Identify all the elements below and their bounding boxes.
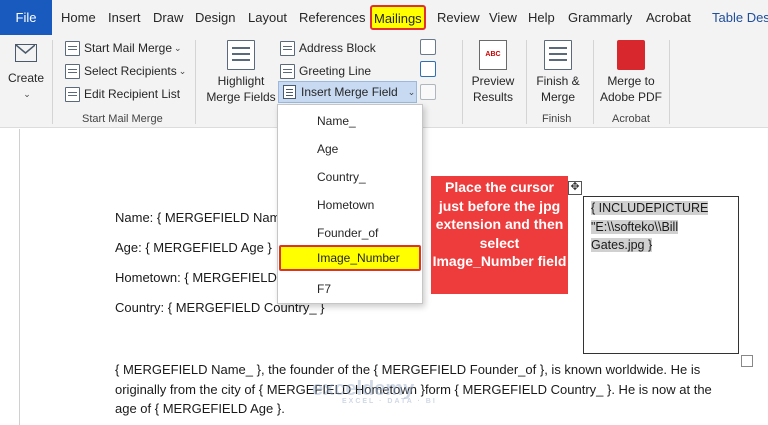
highlight-label-1: Highlight	[217, 74, 265, 88]
address-block-icon	[280, 40, 295, 56]
finish-merge-button[interactable]: Finish & Merge	[530, 40, 586, 105]
doc-line-hometown: Hometown: { MERGEFIELD	[115, 270, 277, 285]
start-mail-merge-group-label: Start Mail Merge	[82, 113, 163, 125]
merge-field-dropdown: Name_ Age Country_ Hometown Founder_of I…	[277, 104, 423, 304]
dropdown-item-f7[interactable]: F7	[279, 276, 421, 302]
chevron-down-icon: ⌄	[407, 86, 416, 97]
address-block-button[interactable]: Address Block	[280, 38, 376, 58]
watermark-logo: exceldemy EXCEL · DATA · BI	[312, 378, 437, 405]
create-button[interactable]: Create ⌄	[6, 41, 46, 102]
doc-line-name: Name: { MERGEFIELD Name	[115, 210, 288, 225]
resize-handle[interactable]	[741, 355, 753, 367]
address-block-label: Address Block	[299, 41, 376, 55]
tab-insert[interactable]: Insert	[108, 0, 141, 35]
highlight-label-2: Merge Fields	[206, 90, 276, 104]
edit-recipient-list-button[interactable]: Edit Recipient List	[65, 84, 180, 104]
dropdown-item-image-number[interactable]: Image_Number	[279, 245, 421, 271]
start-mail-merge-label: Start Mail Merge	[84, 41, 173, 55]
chevron-down-icon: ⌄	[174, 42, 182, 53]
includepicture-field[interactable]: { INCLUDEPICTURE "E:\\softeko\\Bill Gate…	[591, 199, 715, 255]
finish-label-1: Finish &	[536, 74, 580, 88]
insert-field-icon	[283, 85, 296, 99]
menu-bar: File Home Insert Draw Design Layout Refe…	[0, 0, 768, 35]
preview-results-button[interactable]: ABC Preview Results	[467, 40, 519, 105]
create-label: Create	[7, 71, 45, 85]
finish-group-label: Finish	[542, 113, 572, 125]
tab-mailings[interactable]: Mailings	[370, 5, 426, 30]
tab-table-design[interactable]: Table Des	[712, 0, 768, 35]
dropdown-item-founder-of[interactable]: Founder_of	[279, 220, 421, 246]
preview-label-2: Results	[472, 90, 513, 104]
tab-home[interactable]: Home	[61, 0, 96, 35]
mail-merge-icon	[65, 40, 80, 56]
tab-grammarly[interactable]: Grammarly	[568, 0, 632, 35]
greeting-line-icon	[280, 63, 295, 79]
highlight-fields-icon	[227, 40, 255, 70]
tab-references[interactable]: References	[299, 0, 365, 35]
preview-icon: ABC	[479, 40, 507, 70]
update-labels-icon[interactable]	[420, 84, 436, 100]
acrobat-group-label: Acrobat	[612, 113, 650, 125]
rules-icon[interactable]	[420, 39, 436, 55]
file-tab[interactable]: File	[0, 0, 52, 35]
dropdown-item-name[interactable]: Name_	[279, 108, 421, 134]
greeting-line-button[interactable]: Greeting Line	[280, 61, 371, 81]
start-mail-merge-button[interactable]: Start Mail Merge ⌄	[65, 38, 182, 58]
tab-draw[interactable]: Draw	[153, 0, 183, 35]
insert-merge-field-button[interactable]: Insert Merge Field ⌄	[278, 81, 417, 103]
acrobat-label-2: Adobe PDF	[599, 90, 663, 104]
chevron-down-icon: ⌄	[178, 65, 187, 76]
select-recipients-label: Select Recipients	[84, 64, 177, 78]
insert-merge-field-label: Insert Merge Field	[301, 85, 398, 99]
envelope-icon	[15, 44, 37, 62]
tab-help[interactable]: Help	[528, 0, 555, 35]
finish-label-2: Merge	[540, 90, 575, 104]
instruction-callout: Place the cursor just before the jpg ext…	[431, 176, 568, 294]
dropdown-item-hometown[interactable]: Hometown	[279, 192, 421, 218]
edit-recipient-list-label: Edit Recipient List	[84, 87, 181, 101]
preview-label-1: Preview	[471, 74, 515, 88]
dropdown-item-age[interactable]: Age	[279, 136, 421, 162]
edit-list-icon	[65, 86, 80, 102]
match-fields-icon[interactable]	[420, 61, 436, 77]
page-margin	[19, 129, 20, 425]
doc-line-age: Age: { MERGEFIELD Age }	[115, 240, 272, 255]
move-handle-icon[interactable]: ✥	[568, 181, 582, 195]
tab-design[interactable]: Design	[195, 0, 235, 35]
recipients-icon	[65, 63, 80, 79]
pdf-icon	[617, 40, 645, 70]
tab-view[interactable]: View	[489, 0, 517, 35]
select-recipients-button[interactable]: Select Recipients ⌄	[65, 61, 186, 81]
tab-acrobat[interactable]: Acrobat	[646, 0, 691, 35]
finish-merge-icon	[544, 40, 572, 70]
merge-to-adobe-pdf-button[interactable]: Merge to Adobe PDF	[598, 40, 664, 105]
acrobat-label-1: Merge to	[607, 74, 655, 88]
chevron-down-icon: ⌄	[23, 89, 31, 99]
highlight-merge-fields-button[interactable]: Highlight Merge Fields	[203, 40, 279, 105]
greeting-line-label: Greeting Line	[299, 64, 372, 78]
tab-layout[interactable]: Layout	[248, 0, 287, 35]
tab-review[interactable]: Review	[437, 0, 480, 35]
dropdown-item-country[interactable]: Country_	[279, 164, 421, 190]
